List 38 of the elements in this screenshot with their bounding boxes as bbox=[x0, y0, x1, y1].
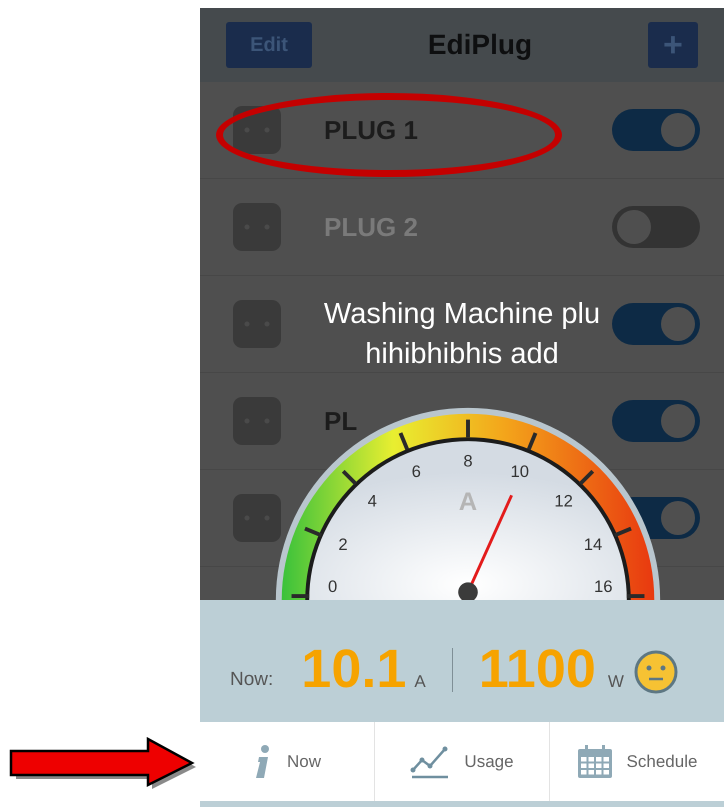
plug-icon bbox=[232, 493, 282, 543]
current-unit: A bbox=[414, 670, 426, 692]
toggle-switch[interactable] bbox=[612, 400, 700, 442]
gauge-tick-label: 6 bbox=[412, 462, 421, 481]
gauge-tick-label: 8 bbox=[463, 452, 473, 471]
tab[interactable]: Schedule bbox=[549, 722, 724, 801]
current-value: 10.1 bbox=[301, 642, 406, 696]
neutral-face-icon bbox=[634, 650, 678, 694]
toggle-switch[interactable] bbox=[612, 206, 700, 248]
gauge-unit: A bbox=[458, 488, 478, 516]
calendar-icon bbox=[576, 744, 613, 778]
gauge-tick-mark bbox=[578, 470, 594, 486]
line-chart-icon bbox=[410, 744, 450, 780]
toggle-switch[interactable] bbox=[612, 303, 700, 345]
gauge-tick-label: 4 bbox=[368, 491, 377, 510]
gauge-tick-label: 10 bbox=[510, 462, 530, 481]
gauge-tick-label: 12 bbox=[554, 491, 573, 510]
gauge-tick-mark bbox=[342, 470, 358, 486]
gauge-tick-mark bbox=[466, 420, 470, 438]
gauge-tick-label: 2 bbox=[338, 535, 348, 554]
app-title: EdiPlug bbox=[428, 28, 532, 62]
power-value: 1100 bbox=[478, 642, 596, 696]
tab[interactable]: Usage bbox=[374, 722, 549, 801]
gauge-tick-mark bbox=[398, 432, 410, 450]
needle-hub bbox=[458, 582, 478, 600]
gauge-tick-label: 0 bbox=[328, 577, 338, 596]
gauge-tick-label: 16 bbox=[594, 577, 613, 596]
toggle-switch[interactable] bbox=[612, 109, 700, 151]
caption-text: Washing Machine plu hihibhibhis add bbox=[322, 297, 602, 372]
gauge-tick-mark bbox=[526, 432, 538, 450]
gauge-tick-mark bbox=[292, 594, 310, 598]
power-unit: W bbox=[608, 670, 624, 692]
gauge-tick-label: 14 bbox=[584, 535, 602, 554]
gauge-tick-mark bbox=[626, 594, 644, 598]
gauge-tick-mark bbox=[614, 526, 632, 538]
gauge-tick-mark bbox=[304, 526, 322, 538]
now-label: Now: bbox=[230, 668, 274, 692]
tab[interactable]: Now bbox=[200, 722, 374, 801]
